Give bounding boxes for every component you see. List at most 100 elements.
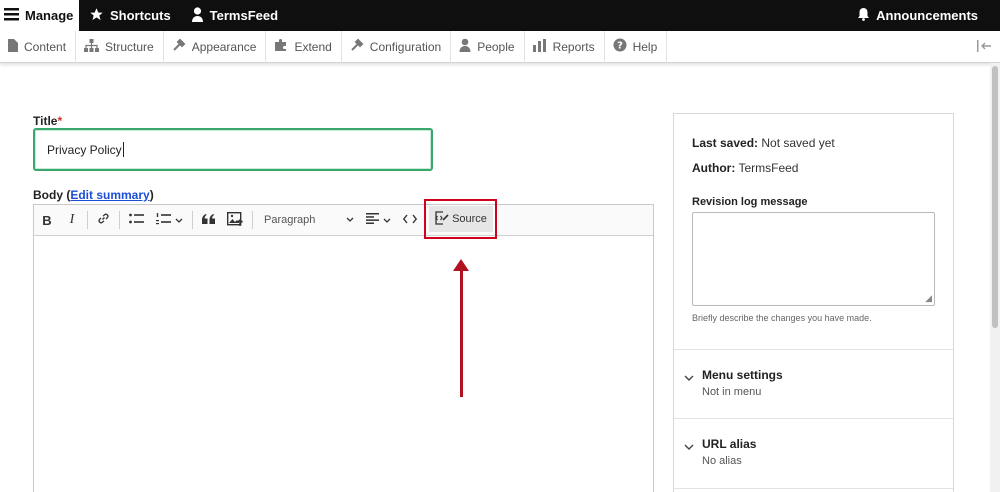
- body-label: Body (Edit summary): [33, 188, 154, 202]
- menu-item-help[interactable]: ? Help: [605, 30, 668, 63]
- heading-dropdown[interactable]: Paragraph: [256, 205, 360, 236]
- menu-item-appearance[interactable]: Appearance: [164, 30, 267, 63]
- revision-log-label: Revision log message: [692, 196, 808, 208]
- last-saved-value: Not saved yet: [761, 136, 835, 150]
- author-value: TermsFeed: [738, 161, 799, 175]
- bold-button[interactable]: B: [34, 205, 60, 236]
- user-tab[interactable]: TermsFeed: [181, 0, 288, 31]
- revision-log-textarea[interactable]: ◢: [692, 212, 935, 306]
- editor-toolbar: B I Paragraph: [34, 205, 653, 236]
- url-alias-summary: No alias: [702, 455, 742, 467]
- meta-sidebar: Last saved: Not saved yet Author: TermsF…: [673, 113, 954, 492]
- menu-item-structure[interactable]: Structure: [76, 30, 164, 63]
- menu-item-people[interactable]: People: [451, 30, 525, 63]
- chevron-down-icon: [346, 214, 354, 226]
- menu-item-content[interactable]: Content: [0, 30, 77, 63]
- source-icon: [434, 210, 449, 228]
- code-button[interactable]: [397, 205, 423, 236]
- menu-item-label: Reports: [552, 39, 595, 54]
- menu-item-label: Configuration: [369, 39, 442, 54]
- last-saved-label: Last saved:: [692, 136, 759, 150]
- menu-item-configuration[interactable]: Configuration: [342, 30, 452, 63]
- insert-image-button[interactable]: [221, 205, 249, 236]
- code-icon: [402, 213, 418, 227]
- bar-chart-icon: [532, 38, 547, 55]
- bulleted-list-icon: [129, 213, 144, 228]
- manage-tab[interactable]: Manage: [0, 0, 79, 31]
- person-icon: [459, 38, 471, 55]
- star-icon: [89, 7, 104, 25]
- body-editor[interactable]: B I Paragraph: [33, 204, 654, 492]
- user-icon: [191, 6, 204, 25]
- bell-icon: [857, 7, 870, 24]
- hamburger-icon: [4, 7, 19, 24]
- annotation-arrow-shaft: [460, 268, 463, 397]
- body-label-text: Body: [33, 188, 63, 202]
- annotation-arrow-head: [453, 259, 469, 271]
- user-label: TermsFeed: [209, 8, 279, 23]
- divider: [674, 349, 953, 350]
- numbered-list-icon: [156, 212, 171, 228]
- menu-settings-title: Menu settings: [702, 368, 783, 382]
- author-row: Author: TermsFeed: [692, 161, 798, 175]
- menu-item-label: Appearance: [191, 39, 257, 54]
- title-label: Title*: [33, 114, 62, 128]
- source-label: Source: [452, 213, 487, 225]
- alignment-dropdown[interactable]: [360, 205, 397, 236]
- svg-text:?: ?: [617, 41, 623, 52]
- image-upload-icon: [226, 211, 243, 229]
- link-button[interactable]: [91, 205, 116, 236]
- author-label: Author:: [692, 161, 736, 175]
- source-button[interactable]: Source: [428, 206, 493, 232]
- shortcuts-label: Shortcuts: [110, 8, 171, 23]
- menu-item-label: Help: [632, 39, 658, 54]
- menu-item-reports[interactable]: Reports: [525, 30, 605, 63]
- chevron-down-icon: [684, 442, 694, 467]
- menu-item-extend[interactable]: Extend: [266, 30, 342, 63]
- title-label-text: Title: [33, 114, 58, 128]
- divider: [674, 488, 953, 489]
- shortcuts-tab[interactable]: Shortcuts: [79, 0, 181, 31]
- resize-grip-icon[interactable]: ◢: [925, 294, 932, 303]
- toolbar-divider: [87, 211, 88, 229]
- heading-dropdown-value: Paragraph: [264, 214, 316, 226]
- announcements-tab[interactable]: Announcements: [847, 0, 1000, 31]
- last-saved-row: Last saved: Not saved yet: [692, 136, 835, 150]
- sitemap-icon: [84, 38, 100, 55]
- url-alias-accordion[interactable]: URL alias No alias: [684, 437, 756, 467]
- toolbar-bar: Manage Shortcuts TermsFeed Announcements: [0, 0, 1000, 31]
- numbered-list-button[interactable]: [150, 205, 189, 236]
- chevron-down-icon: [383, 213, 391, 227]
- link-icon: [97, 212, 110, 228]
- italic-button[interactable]: I: [60, 205, 84, 236]
- bulleted-list-button[interactable]: [123, 205, 150, 236]
- align-left-icon: [366, 213, 379, 227]
- menu-item-label: People: [477, 39, 515, 54]
- toolbar-divider: [119, 211, 120, 229]
- edit-summary-link[interactable]: Edit summary: [70, 188, 149, 202]
- menu-item-label: Extend: [294, 39, 332, 54]
- blockquote-button[interactable]: [196, 205, 221, 236]
- wrench-icon: [350, 38, 364, 55]
- toolbar-divider: [252, 211, 253, 229]
- file-icon: [8, 38, 18, 55]
- source-highlight: Source: [424, 199, 497, 239]
- scrollbar-thumb[interactable]: [992, 66, 998, 328]
- collapse-icon[interactable]: [976, 39, 992, 56]
- wrench-icon: [172, 38, 186, 55]
- text-caret: [122, 142, 124, 157]
- url-alias-title: URL alias: [702, 437, 757, 451]
- menu-settings-accordion[interactable]: Menu settings Not in menu: [684, 368, 783, 398]
- question-icon: ?: [613, 38, 627, 55]
- title-value: Privacy Policy: [47, 142, 122, 157]
- announcements-label: Announcements: [876, 8, 978, 23]
- manage-label: Manage: [25, 8, 74, 23]
- divider: [674, 418, 953, 419]
- menu-settings-summary: Not in menu: [702, 386, 762, 398]
- menu-item-label: Structure: [105, 39, 154, 54]
- required-mark: *: [57, 114, 63, 128]
- chevron-down-icon: [684, 373, 694, 398]
- title-input[interactable]: Privacy Policy: [33, 128, 433, 171]
- toolbar-divider: [192, 211, 193, 229]
- paren-close: ): [149, 188, 154, 202]
